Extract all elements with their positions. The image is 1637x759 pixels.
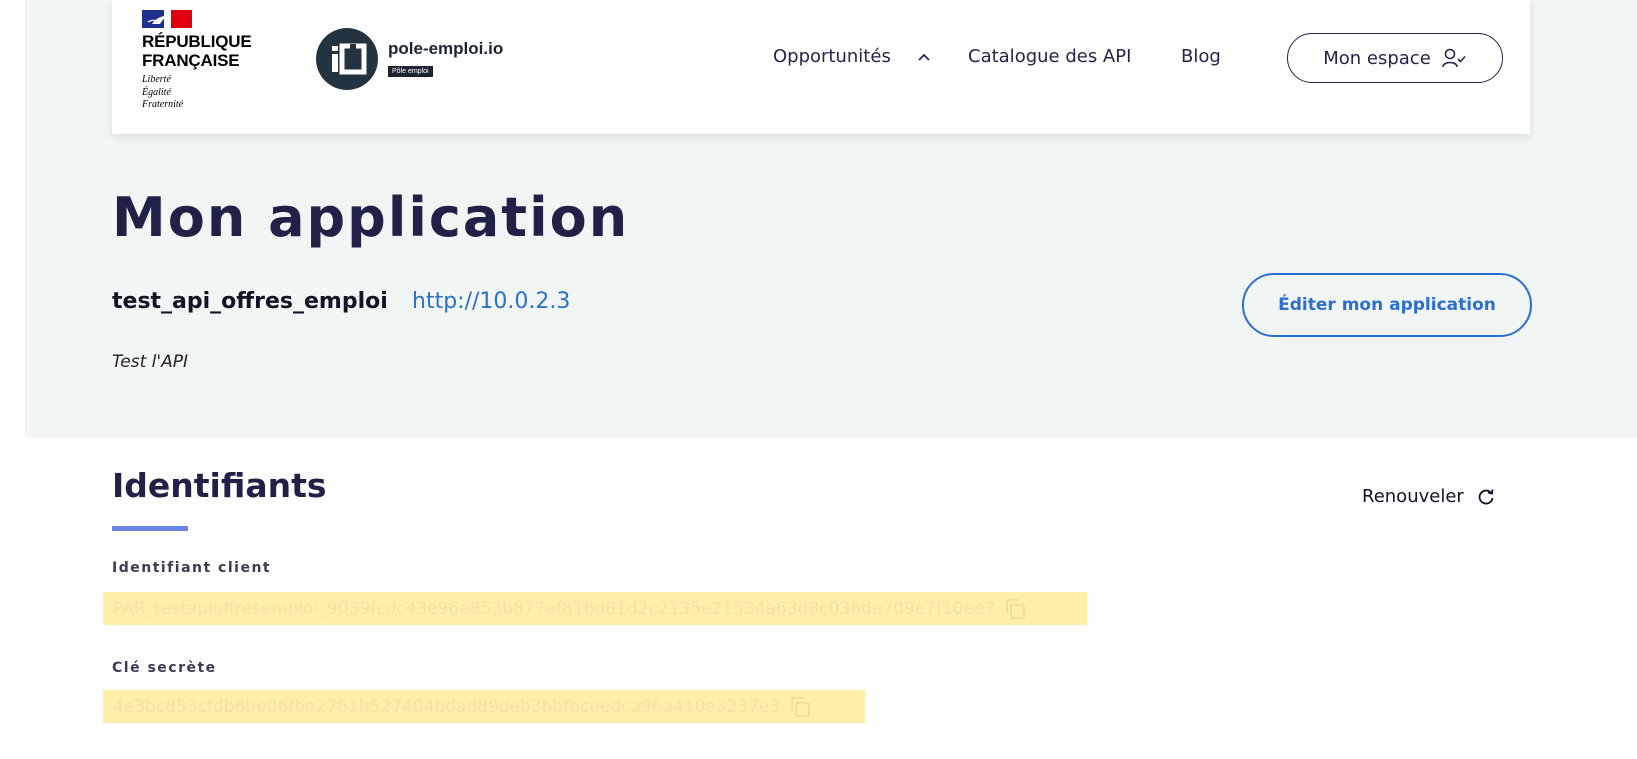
renew-credentials-button[interactable]: Renouveler [1362,486,1496,507]
client-id-label: Identifiant client [112,560,272,576]
republique-francaise-logo[interactable]: RÉPUBLIQUE FRANÇAISE Liberté Égalité Fra… [142,10,302,122]
copy-icon[interactable] [788,695,812,719]
nav-opportunites-label: Opportunités [773,46,891,67]
pole-emploi-io-logo[interactable]: pole-emploi.io Pôle emploi [316,28,516,90]
client-id-value: PAR_testapioffresemploi_9039fcdc43e96e85… [113,598,996,619]
secret-key-label: Clé secrète [112,660,217,676]
mon-espace-label: Mon espace [1323,47,1431,69]
application-name: test_api_offres_emploi [112,289,388,314]
secret-key-value: 4e3bc853cfdb6be06fbe2761b527404bdad89deb… [113,696,781,717]
pole-emploi-io-name: pole-emploi.io [388,39,504,58]
republique-francaise-title: RÉPUBLIQUE FRANÇAISE [142,32,252,70]
edit-application-button[interactable]: Éditer mon application [1242,273,1532,337]
chevron-up-icon [917,53,930,61]
marianne-flag-icon [142,10,192,28]
republic-motto: Liberté Égalité Fraternité [142,74,184,110]
refresh-icon [1478,488,1494,504]
user-check-icon [1441,48,1466,68]
page-title: Mon application [112,186,630,249]
credentials-section-title: Identifiants [112,466,327,505]
application-url-link[interactable]: http://10.0.2.3 [412,289,570,314]
renew-label: Renouveler [1362,486,1464,507]
pole-emploi-badge: Pôle emploi [388,66,433,77]
secret-key-field[interactable]: 4e3bc853cfdb6be06fbe2761b527404bdad89deb… [103,690,865,723]
site-header: RÉPUBLIQUE FRANÇAISE Liberté Égalité Fra… [112,0,1530,134]
section-title-underline [112,526,188,531]
mon-espace-button[interactable]: Mon espace [1287,33,1503,83]
client-id-field[interactable]: PAR_testapioffresemploi_9039fcdc43e96e85… [103,592,1087,625]
nav-blog[interactable]: Blog [1181,46,1221,67]
nav-opportunites[interactable]: Opportunités [773,46,931,67]
copy-icon[interactable] [1003,597,1027,621]
application-description: Test l'API [112,352,188,372]
nav-catalogue-des-api[interactable]: Catalogue des API [968,46,1131,67]
pole-emploi-io-logo-icon [316,28,378,90]
